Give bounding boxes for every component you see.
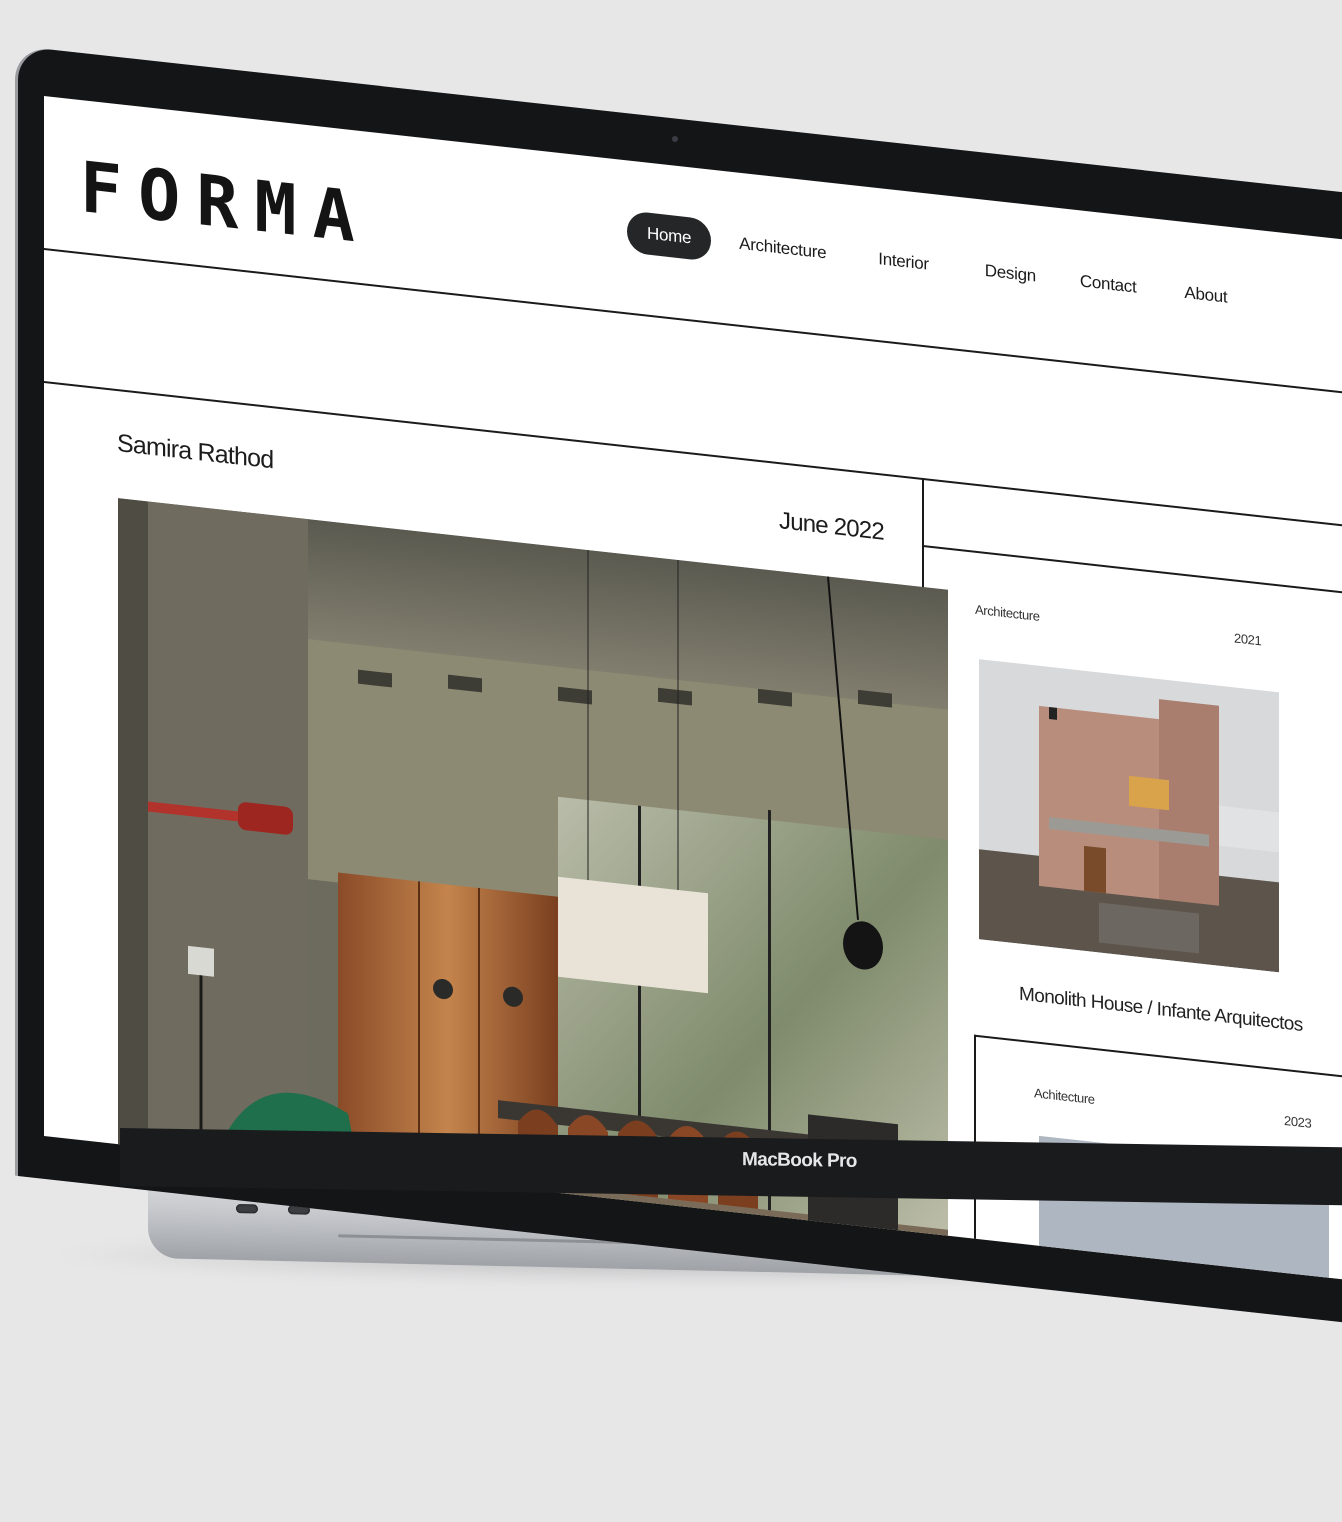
nav-about[interactable]: About [1166, 270, 1245, 321]
device-label: MacBook Pro [742, 1149, 857, 1172]
house-photo-illustration [979, 659, 1279, 973]
sidebar-top-divider [924, 545, 1342, 605]
browser-screen: FORMA Home Architecture Interior Design … [44, 96, 1342, 1291]
article-date: June 2022 [779, 507, 884, 546]
article-author: Samira Rathod [117, 429, 274, 475]
laptop-mockup-stage: { "site": { "logo": "FORMA", "nav": [ {"… [0, 0, 1342, 1522]
site-logo[interactable]: FORMA [80, 146, 371, 260]
screen-clip: FORMA Home Architecture Interior Design … [0, 0, 1342, 1522]
nav-contact[interactable]: Contact [1062, 258, 1155, 310]
card-year: 2023 [1284, 1112, 1312, 1131]
nav-interior[interactable]: Interior [860, 236, 947, 288]
nav-design[interactable]: Design [967, 248, 1054, 300]
card-image[interactable] [979, 659, 1279, 973]
card-title[interactable]: Monolith House / Infante Arquitectos [1019, 984, 1303, 1037]
card-category: Architecture [975, 601, 1040, 624]
card-divider [974, 1034, 1342, 1089]
card-category: Achitecture [1034, 1085, 1095, 1107]
card-year: 2021 [1234, 630, 1262, 649]
nav-home[interactable]: Home [627, 210, 712, 262]
nav-architecture[interactable]: Architecture [721, 221, 844, 277]
main-nav: Home Architecture Interior Design Contac… [627, 210, 1245, 320]
